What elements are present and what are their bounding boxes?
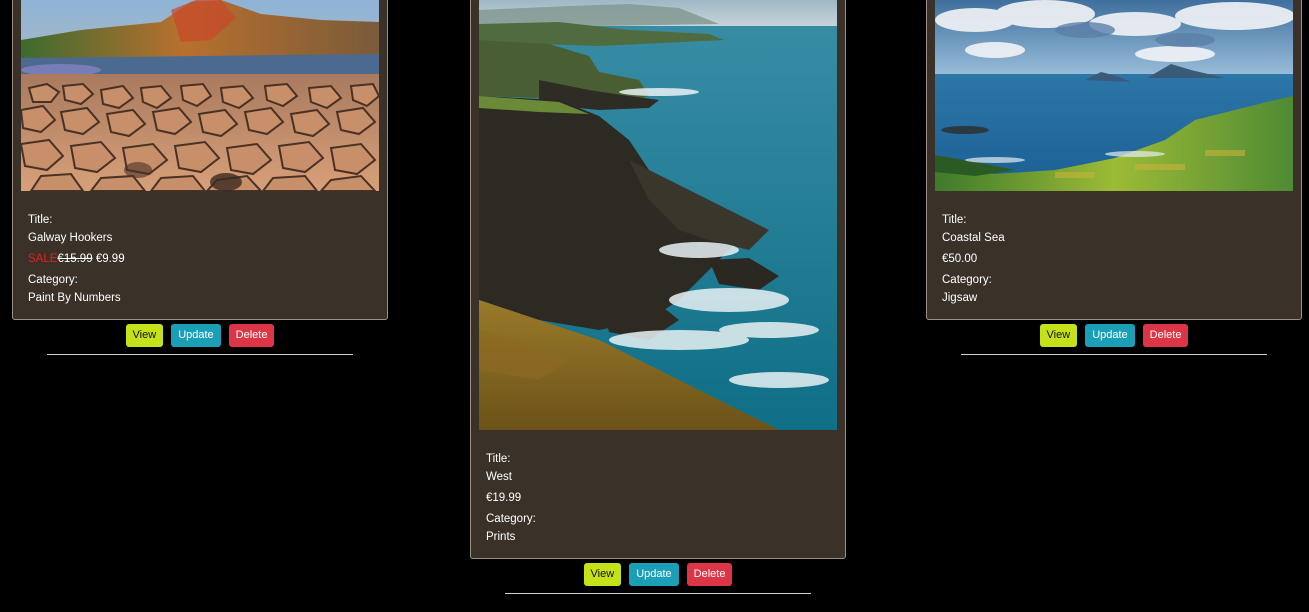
update-button[interactable]: Update bbox=[171, 324, 221, 347]
product-price: €50.00 bbox=[942, 253, 978, 265]
price-row: SALE€15.99 €9.99 bbox=[28, 250, 372, 268]
product-column-1: Title: Galway Hookers SALE€15.99 €9.99 C… bbox=[12, 0, 388, 355]
title-label: Title: bbox=[486, 453, 511, 465]
product-category: Paint By Numbers bbox=[28, 292, 121, 304]
product-actions: View Update Delete bbox=[12, 324, 388, 347]
title-label: Title: bbox=[28, 214, 53, 226]
sale-label: SALE bbox=[28, 253, 58, 265]
title-label: Title: bbox=[942, 214, 967, 226]
product-category: Jigsaw bbox=[942, 292, 978, 304]
view-button[interactable]: View bbox=[583, 563, 622, 586]
product-column-2: Title: West €19.99 Category: Prints View… bbox=[470, 0, 846, 594]
card-divider bbox=[961, 354, 1267, 355]
update-button[interactable]: Update bbox=[629, 563, 679, 586]
original-price: €15.99 bbox=[57, 253, 93, 265]
delete-button[interactable]: Delete bbox=[1142, 324, 1189, 347]
product-category: Prints bbox=[486, 531, 516, 543]
product-title: West bbox=[486, 471, 512, 483]
price-row: €19.99 bbox=[486, 489, 830, 507]
coastal-sea-photo bbox=[935, 0, 1293, 191]
product-image bbox=[21, 0, 379, 191]
product-management-page: Title: Galway Hookers SALE€15.99 €9.99 C… bbox=[0, 0, 1309, 612]
category-label: Category: bbox=[486, 513, 536, 525]
product-details: Title: Coastal Sea €50.00 Category: Jigs… bbox=[935, 191, 1293, 319]
product-image bbox=[935, 0, 1293, 191]
product-details: Title: West €19.99 Category: Prints bbox=[479, 430, 837, 558]
delete-button[interactable]: Delete bbox=[228, 324, 275, 347]
delete-button[interactable]: Delete bbox=[686, 563, 733, 586]
product-title: Coastal Sea bbox=[942, 232, 1005, 244]
product-actions: View Update Delete bbox=[470, 563, 846, 586]
sale-price: €9.99 bbox=[95, 253, 125, 265]
view-button[interactable]: View bbox=[1039, 324, 1078, 347]
product-image bbox=[479, 0, 837, 430]
category-label: Category: bbox=[942, 274, 992, 286]
product-title: Galway Hookers bbox=[28, 232, 113, 244]
card-divider bbox=[505, 593, 811, 594]
product-column-3: Title: Coastal Sea €50.00 Category: Jigs… bbox=[926, 0, 1302, 355]
view-button[interactable]: View bbox=[125, 324, 164, 347]
product-card: Title: Galway Hookers SALE€15.99 €9.99 C… bbox=[12, 0, 388, 320]
card-divider bbox=[47, 354, 353, 355]
category-label: Category: bbox=[28, 274, 78, 286]
product-card: Title: West €19.99 Category: Prints bbox=[470, 0, 846, 559]
product-card: Title: Coastal Sea €50.00 Category: Jigs… bbox=[926, 0, 1302, 320]
giants-causeway-photo bbox=[21, 0, 379, 191]
product-price: €19.99 bbox=[486, 492, 522, 504]
sea-cliffs-photo bbox=[479, 0, 837, 430]
update-button[interactable]: Update bbox=[1085, 324, 1135, 347]
price-row: €50.00 bbox=[942, 250, 1286, 268]
product-actions: View Update Delete bbox=[926, 324, 1302, 347]
product-details: Title: Galway Hookers SALE€15.99 €9.99 C… bbox=[21, 191, 379, 319]
